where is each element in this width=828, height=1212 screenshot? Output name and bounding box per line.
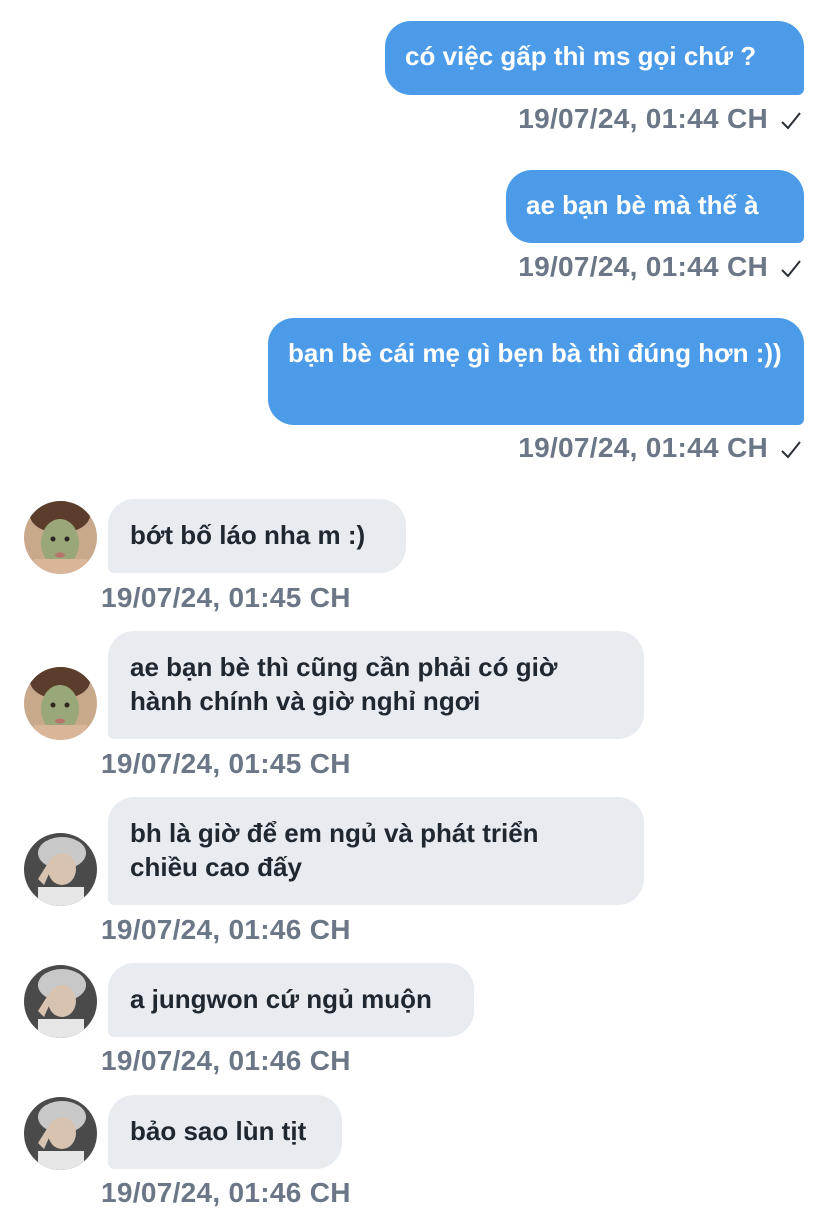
incoming-message-bubble[interactable]: ae bạn bè thì cũng cần phải có giờ hành … <box>108 631 644 739</box>
avatar-face-mask[interactable] <box>24 501 97 574</box>
avatar-face-mask[interactable] <box>24 667 97 740</box>
outgoing-message-bubble[interactable]: có việc gấp thì ms gọi chứ ? <box>385 21 804 95</box>
message-timestamp: 19/07/24, 01:46 CH <box>101 1045 351 1076</box>
message-text: bảo sao lùn tịt <box>130 1116 307 1146</box>
message-text: ae bạn bè thì cũng cần phải có giờ hành … <box>130 652 558 716</box>
message-timestamp: 19/07/24, 01:46 CH <box>101 914 351 945</box>
incoming-message-bubble[interactable]: bớt bố láo nha m :) <box>108 499 406 573</box>
sent-check-icon <box>781 441 801 459</box>
message-timestamp: 19/07/24, 01:46 CH <box>101 1177 351 1208</box>
avatar-silver-hair[interactable] <box>24 833 97 906</box>
message-text: bh là giờ để em ngủ và phát triển chiều … <box>130 818 539 882</box>
incoming-message-bubble[interactable]: a jungwon cứ ngủ muộn <box>108 963 474 1037</box>
message-text: ae bạn bè mà thế à <box>526 190 759 220</box>
avatar-silver-hair[interactable] <box>24 965 97 1038</box>
avatar-silver-hair[interactable] <box>24 1097 97 1170</box>
sent-check-icon <box>781 112 801 130</box>
message-timestamp: 19/07/24, 01:45 CH <box>101 748 351 779</box>
message-text: bạn bè cái mẹ gì bẹn bà thì đúng hơn :)) <box>288 338 782 368</box>
outgoing-message-bubble[interactable]: bạn bè cái mẹ gì bẹn bà thì đúng hơn :)) <box>268 318 804 425</box>
message-text: có việc gấp thì ms gọi chứ ? <box>405 41 757 71</box>
message-timestamp: 19/07/24, 01:44 CH <box>518 103 768 134</box>
incoming-message-bubble[interactable]: bh là giờ để em ngủ và phát triển chiều … <box>108 797 644 905</box>
message-text: bớt bố láo nha m :) <box>130 520 366 550</box>
sent-check-icon <box>781 260 801 278</box>
incoming-message-bubble[interactable]: bảo sao lùn tịt <box>108 1095 342 1169</box>
message-timestamp: 19/07/24, 01:45 CH <box>101 582 351 613</box>
message-timestamp: 19/07/24, 01:44 CH <box>518 432 768 463</box>
outgoing-message-bubble[interactable]: ae bạn bè mà thế à <box>506 170 804 243</box>
message-text: a jungwon cứ ngủ muộn <box>130 984 432 1014</box>
message-timestamp: 19/07/24, 01:44 CH <box>518 251 768 282</box>
